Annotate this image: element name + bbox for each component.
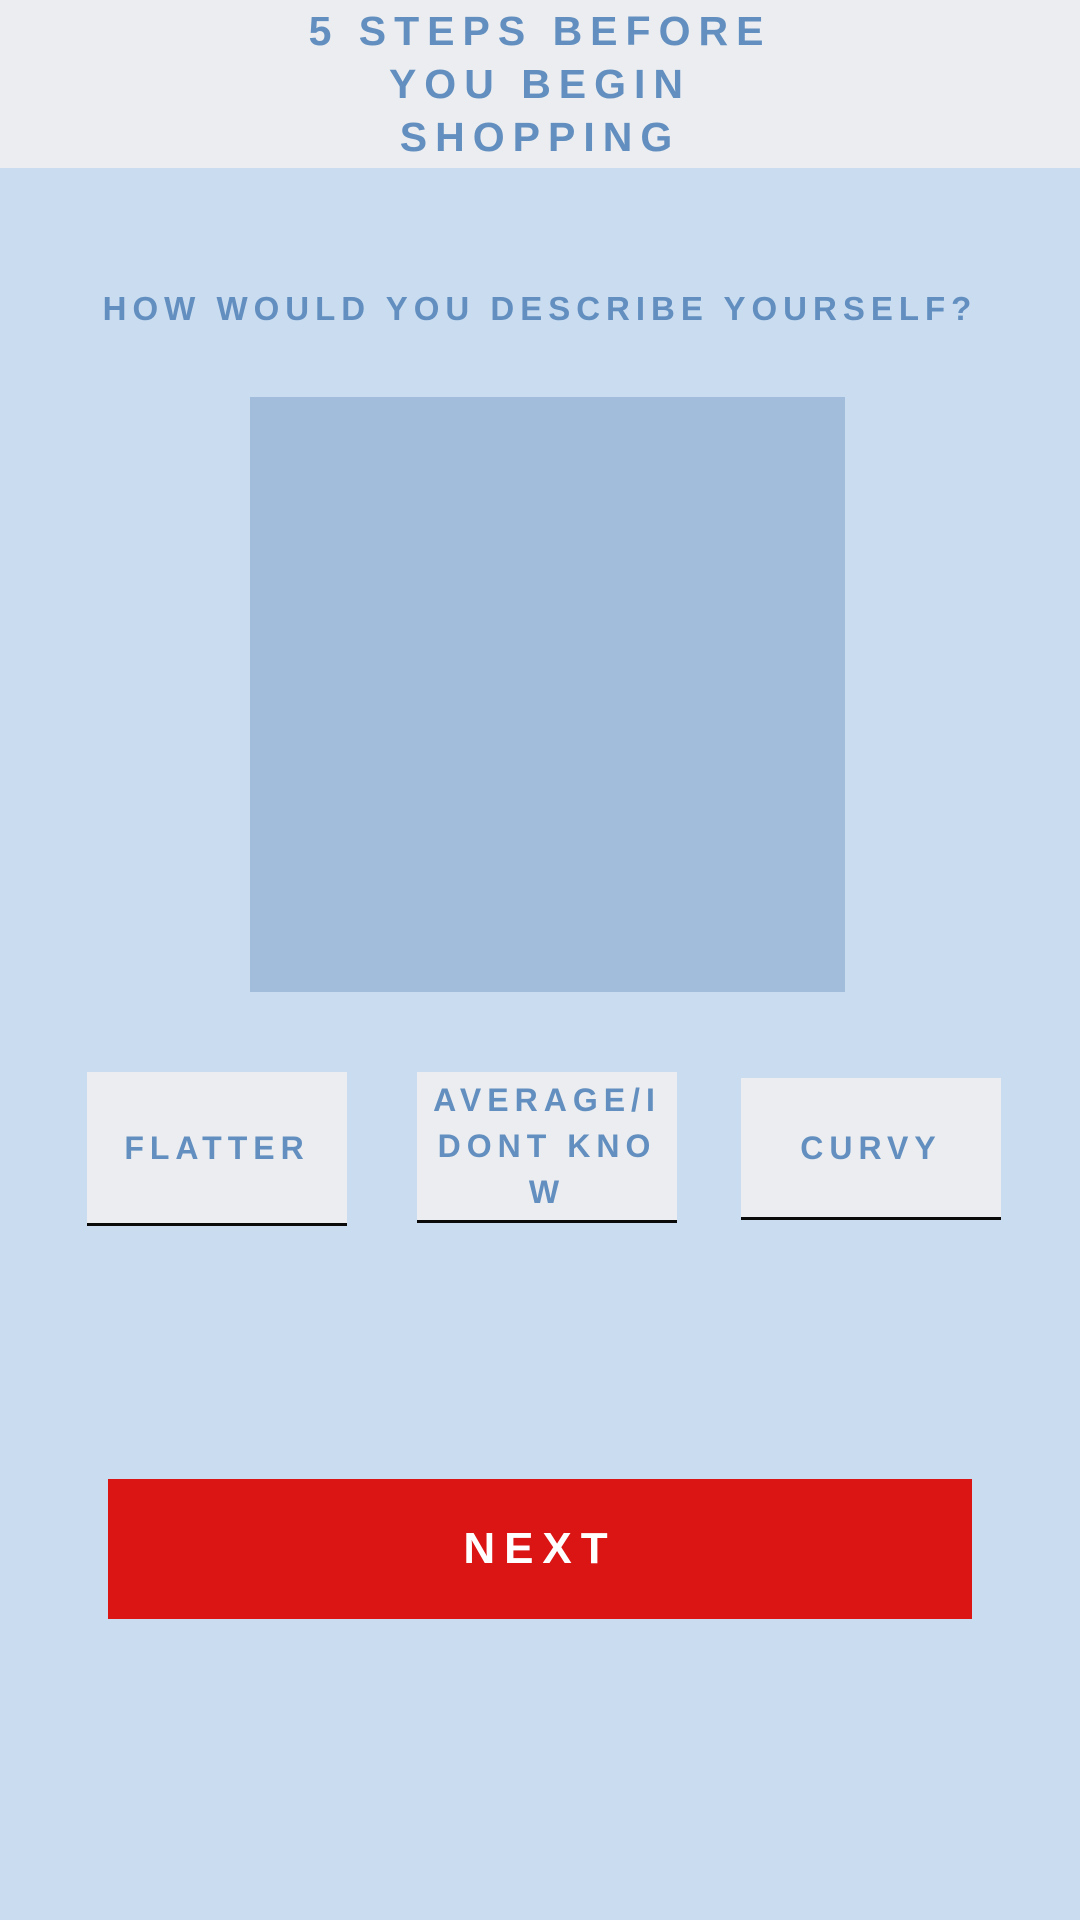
option-curvy-button[interactable]: CURVY [741,1078,1001,1220]
body-shape-image [250,397,845,992]
header: 5 STEPS BEFORE YOU BEGIN SHOPPING [0,0,1080,168]
option-flatter-button[interactable]: FLATTER [87,1072,347,1226]
option-average-button[interactable]: AVERAGE/I DONT KNOW [417,1072,677,1223]
next-button[interactable]: NEXT [108,1479,972,1619]
question-heading: HOW WOULD YOU DESCRIBE YOURSELF? [102,290,978,327]
page-title: 5 STEPS BEFORE YOU BEGIN SHOPPING [308,7,772,160]
